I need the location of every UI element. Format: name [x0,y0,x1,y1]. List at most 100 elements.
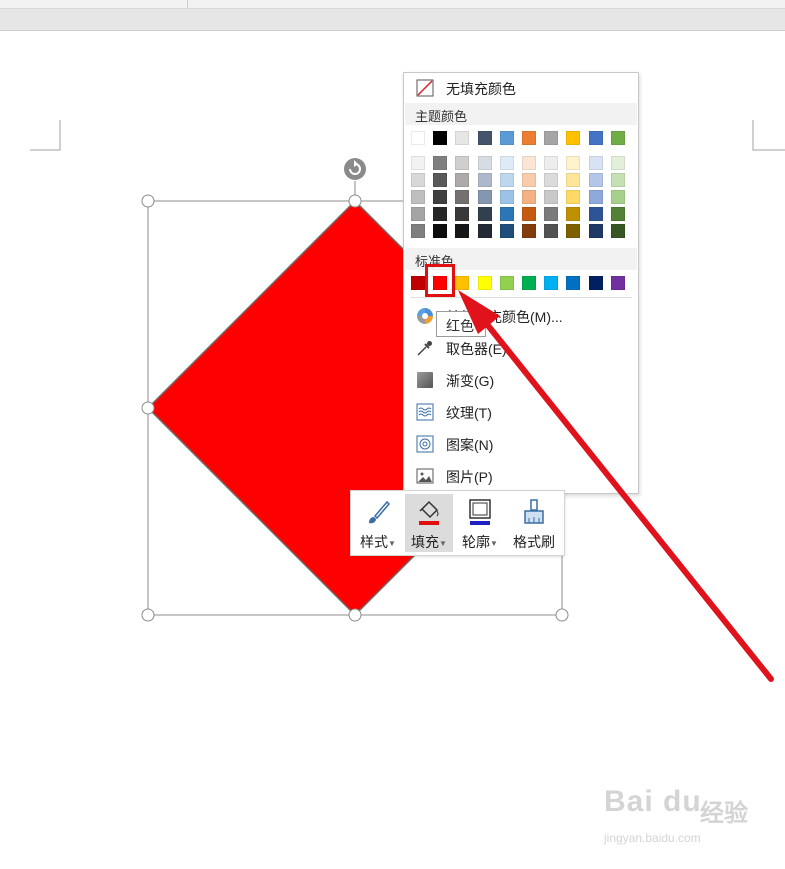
rotate-handle-icon[interactable] [344,158,366,180]
outline-dropdown-arrow: ▼ [490,538,498,548]
picture-item[interactable]: 图片(P) [404,461,638,491]
standard-color-swatch[interactable] [411,276,425,290]
theme-shade-swatch[interactable] [610,207,625,221]
style-button[interactable]: 样式▼ [354,494,402,552]
theme-shade-swatch[interactable] [588,156,603,170]
tooltip-text: 红色 [446,318,474,334]
watermark-logo: Bai du [604,785,702,818]
red-swatch-highlight-box [425,264,455,297]
standard-color-swatch[interactable] [522,276,536,290]
format-painter-button[interactable]: 格式刷 [507,494,561,552]
theme-color-swatch[interactable] [433,131,448,145]
theme-shade-swatch[interactable] [477,207,492,221]
standard-color-swatch[interactable] [610,276,625,290]
watermark-cn: 经验 [700,800,748,827]
gradient-label: 渐变(G) [446,373,495,389]
theme-shade-swatch[interactable] [566,173,581,187]
standard-color-swatch[interactable] [477,276,492,290]
theme-color-swatch[interactable] [610,131,625,145]
theme-shade-swatch[interactable] [455,156,470,170]
style-dropdown-arrow: ▼ [388,538,396,548]
theme-shade-swatch[interactable] [411,190,425,204]
theme-shade-swatch[interactable] [411,156,425,170]
theme-color-swatch[interactable] [544,131,559,145]
resize-handle-bottom[interactable] [348,608,362,622]
theme-shade-swatch[interactable] [522,224,536,238]
standard-color-swatch[interactable] [499,276,514,290]
format-painter-icon [524,499,544,524]
standard-color-swatch[interactable] [544,276,559,290]
theme-shade-swatch[interactable] [433,173,448,187]
outline-icon [469,499,491,525]
theme-shade-swatch[interactable] [455,207,470,221]
theme-shade-swatch[interactable] [433,190,448,204]
theme-shade-swatch[interactable] [499,224,514,238]
pattern-icon [416,435,434,453]
resize-handle-top-left[interactable] [141,194,155,208]
theme-shade-swatch[interactable] [544,207,559,221]
theme-color-swatch[interactable] [477,131,492,145]
theme-shade-swatch[interactable] [522,156,536,170]
theme-shade-swatch[interactable] [477,190,492,204]
resize-handle-bottom-left[interactable] [141,608,155,622]
theme-color-swatch[interactable] [588,131,603,145]
fill-label: 填充 [411,534,440,550]
fill-dropdown-arrow: ▼ [439,538,447,548]
theme-shade-swatch[interactable] [455,190,470,204]
theme-shade-swatch[interactable] [588,173,603,187]
theme-shade-swatch[interactable] [610,224,625,238]
theme-shade-swatch[interactable] [411,224,425,238]
theme-shade-swatch[interactable] [610,190,625,204]
theme-shade-swatch[interactable] [411,207,425,221]
theme-shade-swatch[interactable] [522,173,536,187]
theme-shade-swatch[interactable] [544,224,559,238]
theme-shade-swatch[interactable] [610,173,625,187]
resize-handle-top[interactable] [348,194,362,208]
theme-shade-swatch[interactable] [499,156,514,170]
gradient-item[interactable]: 渐变(G) [404,365,638,395]
theme-shade-swatch[interactable] [544,190,559,204]
theme-shade-swatch[interactable] [522,190,536,204]
theme-color-swatch[interactable] [566,131,581,145]
watermark-url: jingyan.baidu.com [604,831,701,845]
theme-shade-swatch[interactable] [477,173,492,187]
resize-handle-left[interactable] [141,401,155,415]
texture-item[interactable]: 纹理(T) [404,397,638,427]
theme-color-swatch[interactable] [522,131,536,145]
theme-shade-swatch[interactable] [433,156,448,170]
theme-shade-swatch[interactable] [455,173,470,187]
theme-shade-swatch[interactable] [477,156,492,170]
theme-shade-swatch[interactable] [588,224,603,238]
standard-color-swatch[interactable] [588,276,603,290]
theme-shade-swatch[interactable] [544,173,559,187]
fill-bucket-icon [419,500,439,525]
theme-color-swatch[interactable] [455,131,470,145]
theme-color-swatch[interactable] [411,131,425,145]
theme-shade-swatch[interactable] [411,173,425,187]
theme-shade-swatch[interactable] [566,190,581,204]
theme-shade-swatch[interactable] [588,190,603,204]
eyedropper-item[interactable]: 取色器(E) [404,333,638,363]
standard-color-swatch[interactable] [455,276,470,290]
fill-button[interactable]: 填充▼ [405,494,453,552]
pattern-item[interactable]: 图案(N) [404,429,638,459]
theme-shade-swatch[interactable] [566,224,581,238]
theme-shade-swatch[interactable] [477,224,492,238]
theme-shade-swatch[interactable] [433,207,448,221]
theme-shade-swatch[interactable] [455,224,470,238]
theme-shade-swatch[interactable] [610,156,625,170]
theme-color-swatch[interactable] [499,131,514,145]
theme-shade-swatch[interactable] [433,224,448,238]
theme-shade-swatch[interactable] [499,190,514,204]
resize-handle-bottom-right[interactable] [555,608,569,622]
theme-shade-swatch[interactable] [566,207,581,221]
theme-shade-swatch[interactable] [522,207,536,221]
outline-button[interactable]: 轮廓▼ [456,494,504,552]
standard-color-swatch[interactable] [566,276,581,290]
theme-shade-swatch[interactable] [588,207,603,221]
theme-shade-swatch[interactable] [566,156,581,170]
no-fill-item[interactable]: 无填充颜色 [404,73,638,103]
theme-shade-swatch[interactable] [499,207,514,221]
theme-shade-swatch[interactable] [499,173,514,187]
theme-shade-swatch[interactable] [544,156,559,170]
